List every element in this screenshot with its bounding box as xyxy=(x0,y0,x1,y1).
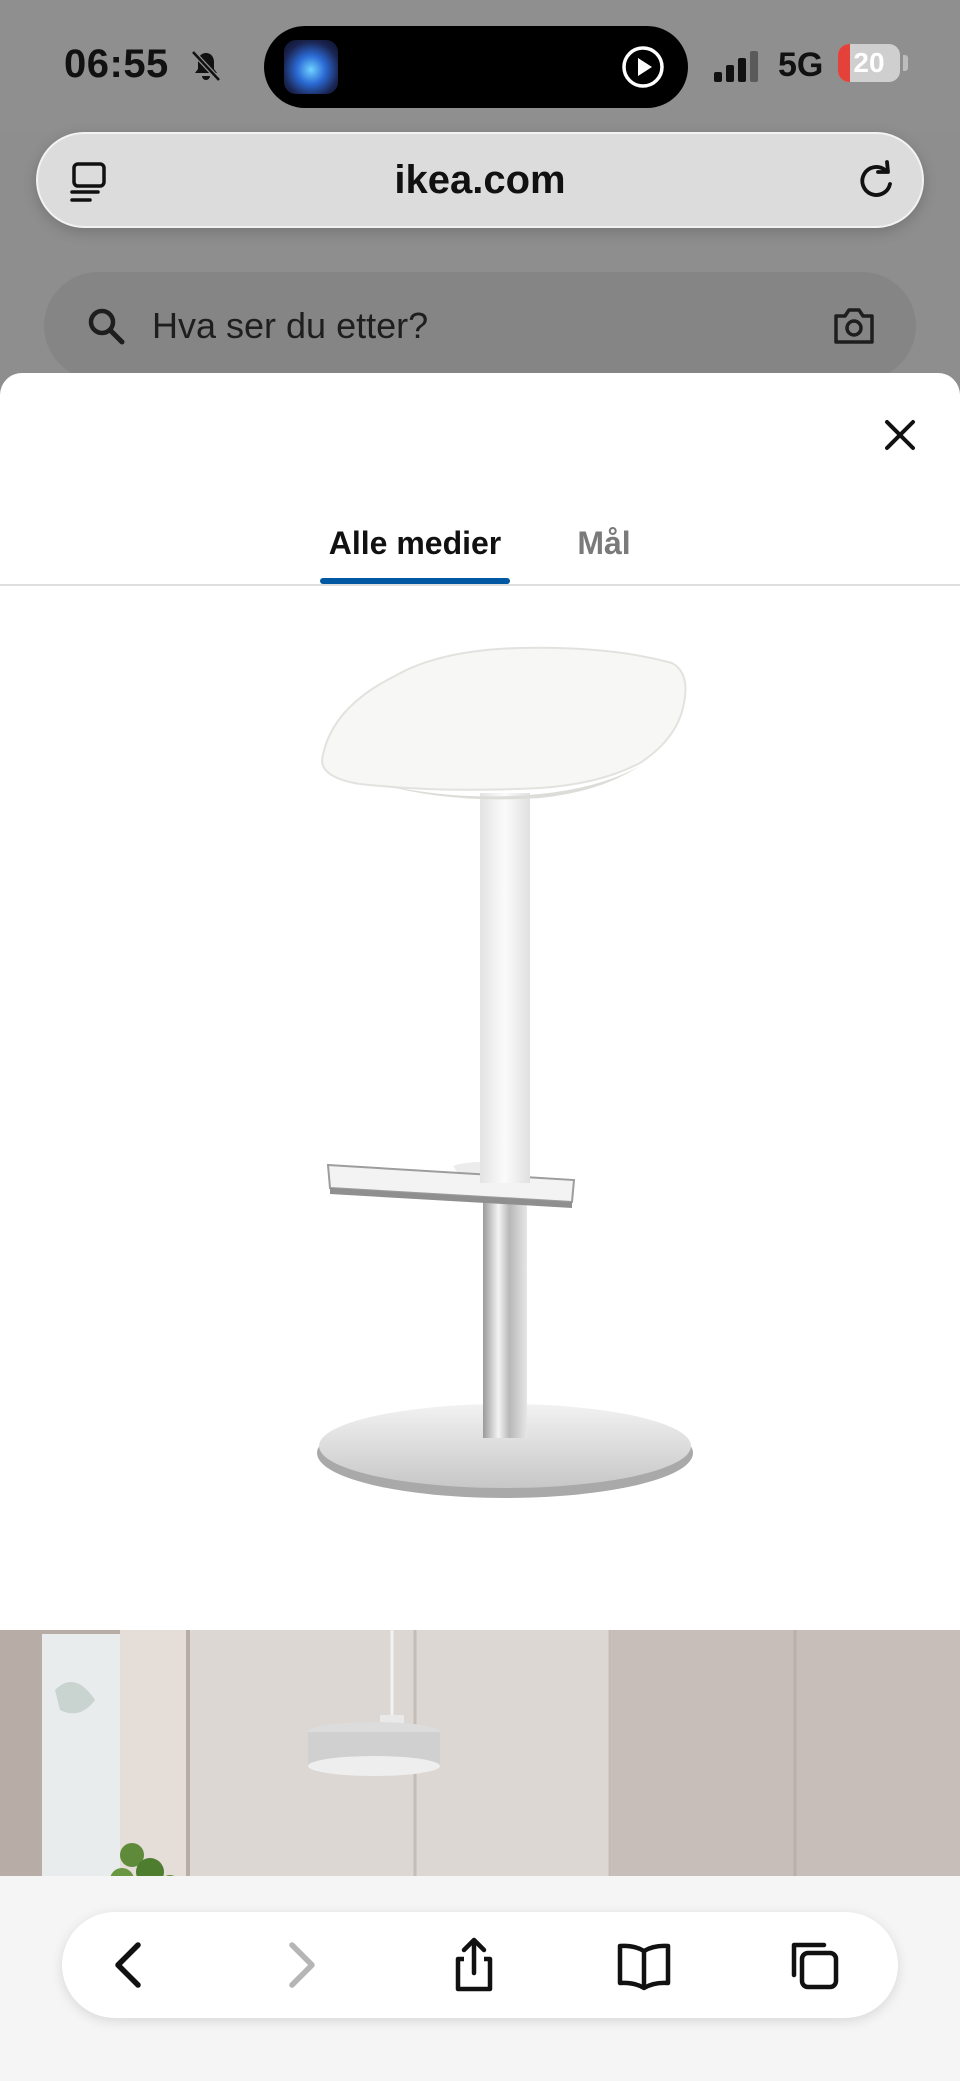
room-image-kitchen[interactable] xyxy=(0,1630,960,1890)
network-type: 5G xyxy=(778,46,824,84)
status-time: 06:55 xyxy=(64,42,169,86)
browser-toolbar xyxy=(62,1912,898,2018)
dynamic-island[interactable] xyxy=(264,26,688,108)
media-modal: Alle medier Mål xyxy=(0,373,960,2081)
share-icon[interactable] xyxy=(446,1937,502,1993)
media-tabs: Alle medier Mål xyxy=(0,513,960,586)
signal-icon xyxy=(714,51,758,82)
bookmarks-icon[interactable] xyxy=(616,1937,672,1993)
status-bar: 06:55 5G 20 xyxy=(0,0,960,130)
site-search-bar[interactable]: Hva ser du etter? xyxy=(44,272,916,380)
now-playing-artwork[interactable] xyxy=(284,40,338,94)
kitchen-scene xyxy=(0,1630,960,1890)
search-icon xyxy=(88,308,125,345)
play-icon[interactable] xyxy=(620,44,666,90)
tab-dimensions[interactable]: Mål xyxy=(566,513,642,586)
product-image-bar-stool[interactable] xyxy=(0,588,960,1628)
battery-icon: 20 xyxy=(838,44,900,82)
reload-icon[interactable] xyxy=(854,158,900,204)
forward-icon[interactable] xyxy=(272,1937,328,1993)
tab-all-media[interactable]: Alle medier xyxy=(320,513,510,586)
battery-level: 20 xyxy=(853,47,885,78)
search-placeholder[interactable]: Hva ser du etter? xyxy=(152,272,428,380)
url-text[interactable]: ikea.com xyxy=(38,134,922,226)
close-icon[interactable] xyxy=(878,413,922,457)
battery-nub xyxy=(903,55,908,71)
bell-muted-icon xyxy=(191,50,221,82)
back-icon[interactable] xyxy=(102,1937,158,1993)
tabs-icon[interactable] xyxy=(786,1937,842,1993)
camera-icon[interactable] xyxy=(832,306,876,346)
address-bar[interactable]: ikea.com xyxy=(36,132,924,228)
